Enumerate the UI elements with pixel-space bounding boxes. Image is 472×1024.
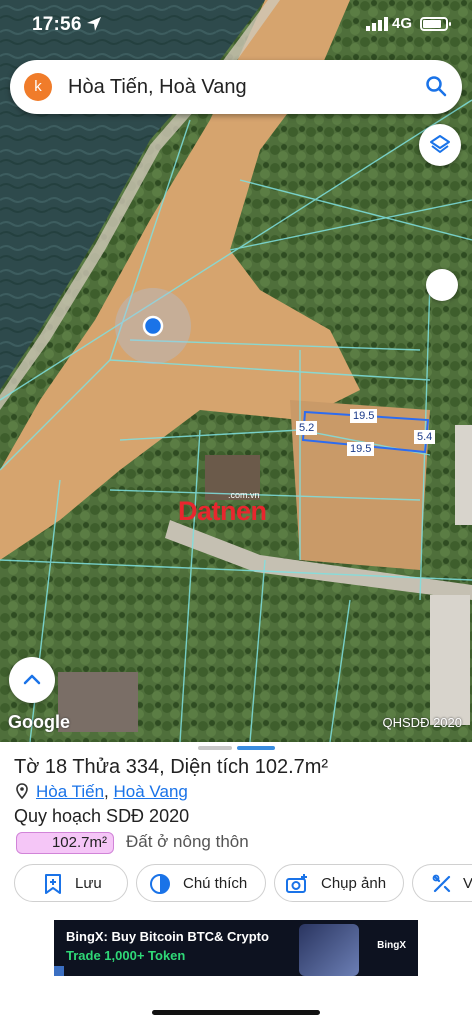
sheet-handle-active[interactable] (237, 746, 275, 750)
bottom-sheet: Tờ 18 Thửa 334, Diện tích 102.7m² Hòa Ti… (0, 742, 472, 1024)
camera-add-icon (285, 873, 309, 900)
network-type: 4G (392, 15, 413, 32)
sheet-handle[interactable] (198, 746, 232, 750)
signal-icon (366, 17, 388, 36)
home-indicator[interactable] (152, 1010, 320, 1015)
parcel-title: Tờ 18 Thửa 334, Diện tích 102.7m² (14, 756, 329, 778)
plan-title: Quy hoạch SDĐ 2020 (14, 806, 190, 826)
address-separator: , (104, 782, 109, 801)
legend-button[interactable]: Chú thích (136, 864, 266, 902)
save-label: Lưu (75, 875, 102, 892)
dimension-label: 19.5 (347, 442, 375, 456)
land-type: Đất ở nông thôn (126, 832, 249, 851)
ad-brand: BingX (377, 940, 406, 951)
capture-label: Chụp ảnh (321, 875, 387, 892)
watermark-domain: .com.vn (228, 490, 260, 500)
district-link[interactable]: Hoà Vang (114, 782, 188, 801)
bookmark-plus-icon (43, 873, 63, 900)
layers-button[interactable] (419, 124, 461, 166)
save-button[interactable]: Lưu (14, 864, 128, 902)
legend-icon (149, 873, 171, 900)
layers-icon (430, 135, 450, 153)
action-bar: Lưu Chú thích Chụp ảnh V (0, 864, 472, 904)
battery-icon (420, 17, 451, 31)
area-badge: 102.7m² (16, 832, 114, 854)
search-bar[interactable]: k Hòa Tiến, Hoà Vang (10, 60, 462, 114)
expand-up-button[interactable] (9, 657, 55, 703)
opacity-slider-handle[interactable] (426, 269, 458, 301)
dimension-label: 5.4 (414, 430, 436, 444)
tools-button[interactable]: V (412, 864, 472, 902)
search-input[interactable]: Hòa Tiến, Hoà Vang (68, 76, 247, 99)
capture-button[interactable]: Chụp ảnh (274, 864, 404, 902)
watermark: Datnen (178, 496, 267, 526)
tools-label: V (463, 875, 472, 892)
pin-icon (16, 783, 30, 804)
google-logo: Google (8, 712, 70, 732)
ad-headline: BingX: Buy Bitcoin BTC& Crypto (66, 929, 269, 944)
legend-label: Chú thích (183, 875, 248, 892)
dimension-label: 5.2 (296, 421, 318, 435)
ad-phone-image (299, 924, 359, 976)
chevron-up-icon (23, 674, 41, 685)
tools-icon (431, 873, 453, 900)
status-bar: 17:56 4G (0, 0, 472, 50)
search-icon[interactable] (424, 74, 448, 103)
layer-label: QHSDĐ 2020 (382, 715, 462, 730)
advertisement-banner[interactable]: BingX: Buy Bitcoin BTC& Crypto Trade 1,0… (54, 920, 418, 976)
commune-link[interactable]: Hòa Tiến (36, 782, 104, 801)
status-time: 17:56 (32, 14, 82, 35)
dimension-label: 19.5 (350, 409, 378, 423)
ad-info-icon[interactable] (54, 966, 64, 976)
map-view[interactable]: 19.5 5.2 19.5 5.4 Datnen .com.vn 17:56 4… (0, 0, 472, 742)
address: Hòa Tiến, Hoà Vang (16, 782, 188, 804)
avatar[interactable]: k (24, 73, 52, 101)
ad-subline: Trade 1,000+ Token (66, 948, 186, 963)
location-arrow-icon (86, 16, 102, 37)
